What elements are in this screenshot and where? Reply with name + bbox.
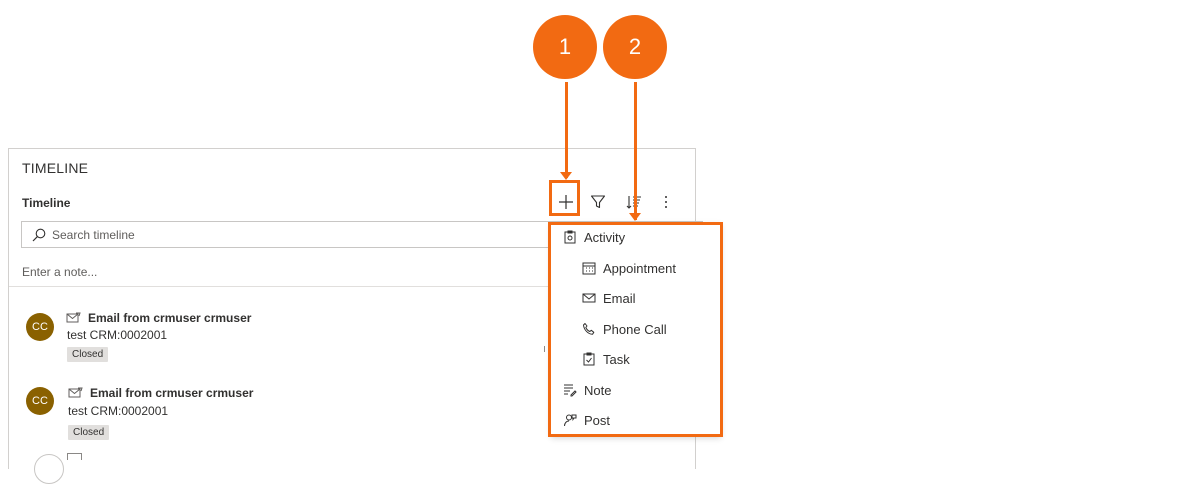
- more-options-button[interactable]: [653, 191, 679, 217]
- timeline-subtitle: Timeline: [22, 196, 71, 210]
- highlight-box-menu: [548, 222, 723, 437]
- timeline-item[interactable]: CC Email from crmuser crmuser test CRM:0…: [9, 301, 549, 371]
- item-title-row: Email from crmuser crmuser: [68, 386, 253, 400]
- arrow-head-icon: [629, 213, 641, 221]
- item-title[interactable]: Email from crmuser crmuser: [88, 311, 251, 325]
- filter-button[interactable]: [585, 191, 611, 217]
- arrow-head-icon: [560, 172, 572, 180]
- item-title[interactable]: Email from crmuser crmuser: [90, 386, 253, 400]
- note-input[interactable]: Enter a note...: [22, 265, 97, 279]
- callout-2-arrow: [634, 82, 637, 220]
- highlight-box-create: [549, 180, 580, 216]
- timeline-item[interactable]: CC Email from crmuser crmuser test CRM:0…: [9, 377, 549, 447]
- status-badge: Closed: [68, 425, 110, 440]
- search-icon: [32, 228, 46, 242]
- email-icon: [68, 387, 83, 399]
- item-subtitle: test CRM:0002001: [68, 404, 169, 418]
- filter-icon: [590, 194, 606, 215]
- avatar: CC: [26, 387, 54, 415]
- item-title-row: Email from crmuser crmuser: [66, 311, 251, 325]
- email-icon: [66, 312, 81, 324]
- callout-1: 1: [533, 15, 597, 79]
- avatar: CC: [26, 313, 54, 341]
- item-subtitle: test CRM:0002001: [67, 328, 168, 342]
- email-icon: [67, 453, 82, 460]
- more-vertical-icon: [658, 194, 674, 215]
- avatar: [34, 454, 64, 484]
- divider: [544, 346, 545, 352]
- callout-1-arrow: [565, 82, 568, 178]
- panel-heading: TIMELINE: [22, 160, 89, 176]
- callout-2: 2: [603, 15, 667, 79]
- search-input[interactable]: [52, 227, 512, 242]
- status-badge: Closed: [67, 347, 109, 362]
